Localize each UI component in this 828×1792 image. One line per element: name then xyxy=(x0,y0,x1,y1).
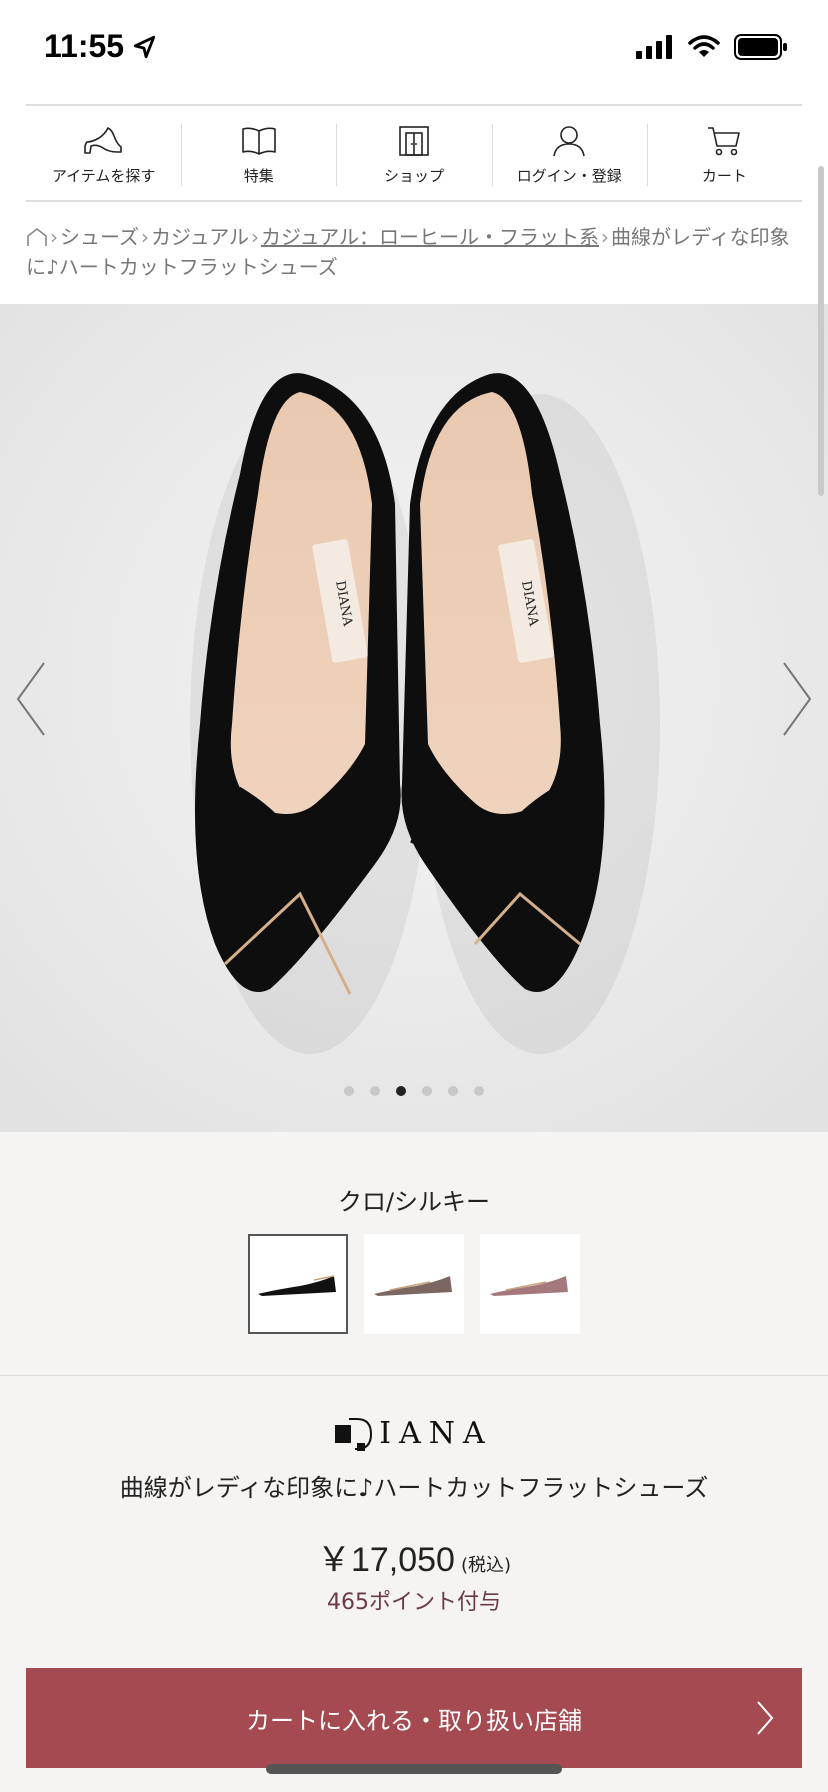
book-icon xyxy=(241,121,277,161)
breadcrumb-casual[interactable]: カジュアル xyxy=(151,225,249,249)
home-icon[interactable] xyxy=(26,227,48,247)
gallery-dot[interactable] xyxy=(474,1086,484,1096)
breadcrumb-lowheel-flat[interactable]: カジュアル：ローヒール・フラット系 xyxy=(261,225,599,249)
nav-features[interactable]: 特集 xyxy=(181,106,336,200)
prev-arrow-icon[interactable] xyxy=(12,659,52,739)
status-time: 11:55 xyxy=(44,28,158,65)
chevron-right-icon: › xyxy=(251,225,259,249)
gallery-dot[interactable] xyxy=(344,1086,354,1096)
variant-thumb-pink[interactable] xyxy=(480,1234,580,1334)
battery-icon xyxy=(734,34,787,60)
brand-name: IANA xyxy=(379,1416,493,1451)
location-arrow-icon xyxy=(133,35,156,58)
chevron-right-icon: › xyxy=(601,225,609,249)
chevron-right-icon: › xyxy=(141,225,149,249)
heel-icon xyxy=(83,121,125,161)
status-bar: 11:55 xyxy=(0,0,828,100)
status-icons xyxy=(636,34,788,60)
points-award: 465ポイント付与 xyxy=(327,1590,501,1615)
scroll-indicator[interactable] xyxy=(818,166,824,496)
cart-icon xyxy=(707,121,741,161)
shoe-thumb-icon xyxy=(374,1276,452,1296)
price-row: ￥17,050 (税込) xyxy=(0,1532,828,1581)
product-gallery[interactable]: DIANA DIANA xyxy=(0,304,828,1132)
nav-label: アイテムを探す xyxy=(51,166,156,185)
tax-note: (税込) xyxy=(460,1555,512,1576)
nav-shop[interactable]: ショップ xyxy=(336,106,491,200)
variant-thumb-brown[interactable] xyxy=(364,1234,464,1334)
variant-thumbs xyxy=(0,1234,828,1334)
add-to-cart-button[interactable]: カートに入れる・取り扱い店舗 xyxy=(26,1668,802,1768)
next-arrow-icon[interactable] xyxy=(776,659,816,739)
clock: 11:55 xyxy=(44,28,125,64)
shoe-thumb-icon xyxy=(490,1276,568,1296)
breadcrumb: › シューズ › カジュアル › カジュアル：ローヒール・フラット系 › 曲線がレディな印象に… xyxy=(26,222,802,282)
nav-find-items[interactable]: アイテムを探す xyxy=(26,106,181,200)
price: ￥17,050 xyxy=(316,1541,455,1579)
signal-icon xyxy=(636,35,672,59)
chevron-right-icon: › xyxy=(50,225,58,249)
color-name: クロ/シルキー xyxy=(337,1188,491,1216)
color-variants: クロ/シルキー xyxy=(0,1132,828,1376)
product-image: DIANA DIANA xyxy=(0,304,828,1132)
chevron-right-icon xyxy=(757,1701,774,1735)
variant-thumb-black[interactable] xyxy=(248,1234,348,1334)
home-indicator[interactable] xyxy=(266,1764,562,1774)
cart-button-label: カートに入れる・取り扱い店舗 xyxy=(246,1706,582,1735)
gallery-dot[interactable] xyxy=(422,1086,432,1096)
nav-label: カート xyxy=(701,166,747,185)
nav-login[interactable]: ログイン・登録 xyxy=(491,106,647,200)
global-nav: アイテムを探す 特集 ショップ ログイン・登録 カート xyxy=(26,106,802,202)
product-name: 曲線がレディな印象に♪ハートカットフラットシューズ xyxy=(119,1474,709,1502)
gallery-dots xyxy=(0,1086,828,1096)
gallery-dot-active[interactable] xyxy=(396,1086,406,1096)
gallery-dot[interactable] xyxy=(448,1086,458,1096)
user-icon xyxy=(552,121,586,161)
shoe-thumb-icon xyxy=(258,1275,336,1296)
breadcrumb-shoes[interactable]: シューズ xyxy=(60,225,139,249)
diana-logo-icon xyxy=(335,1417,373,1451)
gallery-dot[interactable] xyxy=(370,1086,380,1096)
nav-label: ログイン・登録 xyxy=(516,166,622,185)
brand-logo: IANA xyxy=(0,1416,828,1451)
nav-cart[interactable]: カート xyxy=(646,106,802,200)
shop-door-icon xyxy=(398,121,430,161)
nav-label: 特集 xyxy=(243,166,274,185)
nav-label: ショップ xyxy=(384,166,445,185)
wifi-icon xyxy=(688,35,720,57)
